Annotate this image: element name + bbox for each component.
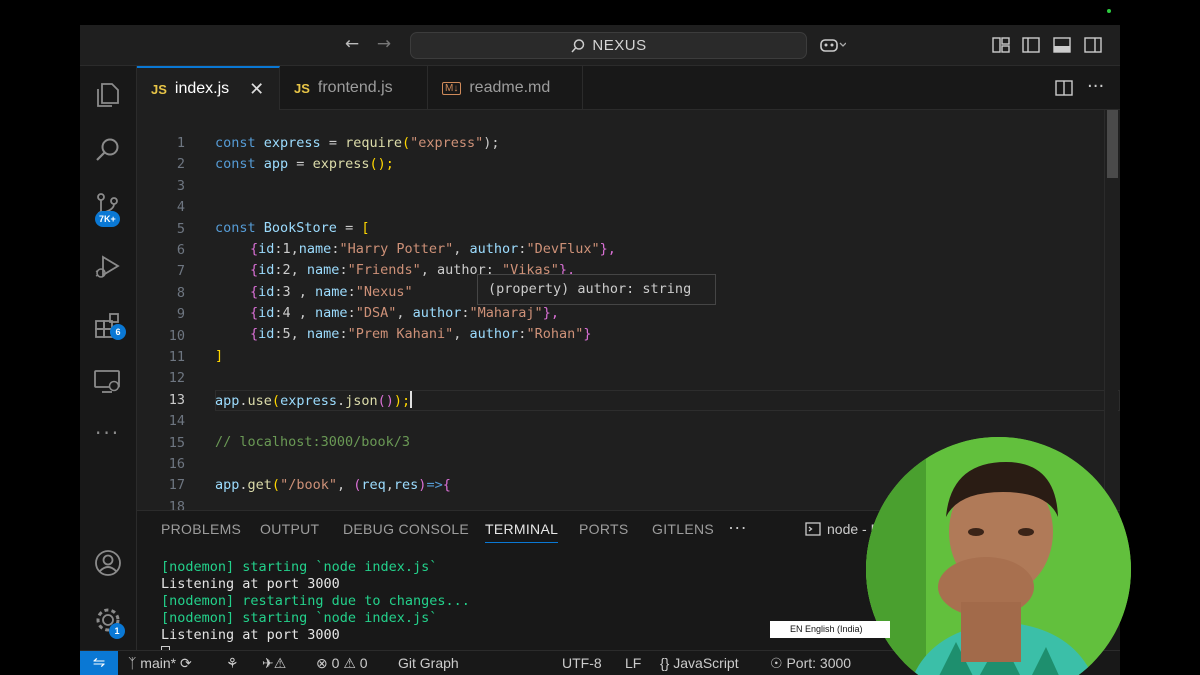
hover-tooltip: (property) author: string (477, 274, 716, 305)
tab-terminal[interactable]: TERMINAL (485, 521, 559, 543)
more-actions-icon[interactable]: ··· (1087, 76, 1104, 97)
line-number: 12 (168, 370, 185, 387)
tab-frontend-js[interactable]: JS frontend.js (280, 66, 428, 110)
line-number: 17 (168, 477, 185, 494)
activity-bar: 7K+ 6 ··· 1 (80, 66, 137, 650)
scrollbar-thumb[interactable] (1107, 110, 1118, 178)
code-line-5[interactable]: const BookStore = [ (215, 220, 369, 236)
code-line-11[interactable]: ] (215, 348, 223, 364)
line-number: 15 (168, 434, 185, 451)
arrow-left-icon[interactable]: ← (342, 34, 362, 54)
debug-icon[interactable] (93, 252, 123, 282)
markdown-file-icon: M↓ (442, 81, 462, 95)
terminal-line: [nodemon] starting `node index.js` (161, 559, 438, 575)
language-mode[interactable]: {} JavaScript (660, 655, 739, 671)
search-label: NEXUS (592, 37, 647, 54)
terminal-icon (805, 522, 821, 536)
broadcast-icon: ☉ (770, 655, 783, 671)
line-number: 7 (176, 263, 185, 280)
line-number: 8 (176, 284, 185, 301)
code-line-2[interactable]: const app = express(); (215, 156, 394, 172)
tab-readme-md[interactable]: M↓ readme.md (428, 66, 583, 110)
line-number: 6 (176, 242, 185, 258)
terminal-line: Listening at port 3000 (161, 627, 340, 643)
tab-debug-console[interactable]: DEBUG CONSOLE (343, 521, 469, 537)
code-line-15[interactable]: // localhost:3000/book/3 (215, 434, 410, 450)
camera-active-dot (1107, 9, 1111, 13)
close-icon[interactable]: ✕ (249, 79, 264, 100)
sync-icon: ⟳ (179, 655, 192, 671)
line-number: 4 (176, 199, 185, 216)
editor-scrollbar[interactable] (1104, 110, 1118, 510)
customize-layout-icon[interactable] (992, 36, 1010, 54)
people-icon[interactable]: ⚘ (226, 655, 239, 672)
language-indicator: EN English (India) (770, 621, 890, 638)
source-control-badge: 7K+ (95, 211, 120, 227)
copilot-icon[interactable] (820, 36, 846, 54)
command-center-search[interactable]: NEXUS (410, 32, 807, 59)
line-number: 13 (168, 391, 185, 408)
error-icon: ⊗ (316, 655, 328, 671)
port-indicator[interactable]: ☉ Port: 3000 (770, 655, 851, 672)
files-icon[interactable] (93, 80, 123, 110)
deploy-warning-icon[interactable]: ✈⚠ (262, 655, 286, 672)
tab-label: index.js (174, 80, 230, 97)
line-number: 3 (176, 177, 185, 194)
terminal-selector[interactable]: node - D (805, 521, 881, 537)
search-icon[interactable] (93, 135, 123, 165)
terminal-line: [nodemon] starting `node index.js` (161, 610, 438, 626)
remote-indicator-icon[interactable]: ⇋ (80, 651, 118, 675)
line-number: 18 (168, 498, 185, 510)
line-number: 1 (176, 135, 185, 151)
code-line-1[interactable]: const express = require("express"); (215, 135, 500, 151)
ellipsis-icon[interactable]: ··· (95, 421, 120, 445)
tab-problems[interactable]: PROBLEMS (161, 521, 241, 537)
toggle-panel-icon[interactable] (1053, 36, 1071, 54)
braces-icon: {} (660, 655, 670, 671)
eol-indicator[interactable]: LF (625, 655, 641, 671)
code-line-10[interactable]: {id:5, name:"Prem Kahani", author:"Rohan… (250, 326, 591, 342)
git-graph-button[interactable]: Git Graph (398, 655, 459, 671)
editor-tab-bar: JS index.js ✕ JS frontend.js M↓ readme.m… (137, 66, 1120, 110)
warning-icon: ⚠ (343, 655, 356, 671)
search-icon (571, 38, 585, 53)
arrow-right-icon[interactable]: → (374, 34, 394, 54)
account-icon[interactable] (93, 548, 123, 578)
tab-label: readme.md (469, 79, 551, 96)
line-number: 5 (176, 220, 185, 237)
line-number: 2 (176, 156, 185, 173)
code-line-9[interactable]: {id:4 , name:"DSA", author:"Maharaj"}, (250, 305, 559, 321)
terminal-line: Listening at port 3000 (161, 576, 340, 592)
branch-indicator[interactable]: ᛉ main* ⟳ (128, 655, 192, 672)
code-line-6[interactable]: {id:1,name:"Harry Potter", author:"DevFl… (250, 241, 616, 257)
encoding-indicator[interactable]: UTF-8 (562, 655, 602, 671)
branch-icon: ᛉ (128, 655, 137, 671)
tab-gitlens[interactable]: GITLENS (652, 521, 714, 537)
javascript-file-icon: JS (151, 81, 167, 97)
toggle-sidebar-icon[interactable] (1022, 36, 1040, 54)
extensions-badge: 6 (110, 324, 126, 340)
line-number: 11 (168, 349, 185, 365)
code-line-8[interactable]: {id:3 , name:"Nexus" (250, 284, 413, 300)
ellipsis-icon[interactable]: ··· (728, 517, 747, 538)
toggle-secondary-sidebar-icon[interactable] (1084, 36, 1102, 54)
tab-ports[interactable]: PORTS (579, 521, 628, 537)
code-line-17[interactable]: app.get("/book", (req,res)=>{ (215, 477, 451, 493)
line-number: 9 (176, 306, 185, 323)
line-number: 14 (168, 413, 185, 430)
tab-label: frontend.js (317, 79, 393, 96)
code-line-13[interactable]: app.use(express.json()); (215, 391, 413, 409)
split-editor-icon[interactable] (1055, 79, 1073, 97)
text-cursor (410, 391, 413, 408)
tab-index-js[interactable]: JS index.js ✕ (137, 66, 280, 110)
line-number: 10 (168, 327, 185, 344)
terminal-line: [nodemon] restarting due to changes... (161, 593, 470, 609)
title-bar: ← → NEXUS (80, 25, 1120, 66)
remote-explorer-icon[interactable] (93, 367, 123, 397)
tab-output[interactable]: OUTPUT (260, 521, 319, 537)
manage-badge: 1 (109, 623, 125, 639)
problems-indicator[interactable]: ⊗ 0 ⚠ 0 (316, 655, 368, 672)
line-number: 16 (168, 456, 185, 472)
javascript-file-icon: JS (294, 80, 310, 96)
